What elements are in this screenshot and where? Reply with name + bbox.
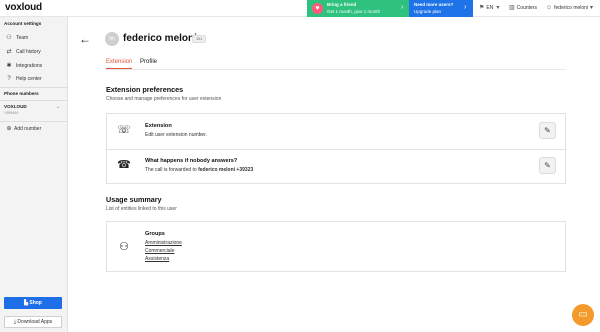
phone-account-name[interactable]: VOXLOUD	[4, 104, 27, 109]
add-number-button[interactable]: ⊕ Add number	[5, 125, 41, 132]
phone-numbers-heading: Phone numbers	[4, 91, 39, 96]
top-bar: voxloud ♥ Bring a friend Get 1 month, gi…	[0, 0, 600, 17]
tab-extension[interactable]: Extension	[106, 59, 133, 69]
add-number-label: Add number	[14, 126, 42, 132]
divider	[0, 87, 68, 88]
chat-bubble-icon: ▭	[578, 309, 588, 320]
pencil-icon: ✎	[544, 126, 551, 135]
divider	[107, 149, 565, 150]
tab-profile[interactable]: Profile	[140, 59, 157, 65]
upgrade-plan-banner[interactable]: Need more users? Upgrade plan ›	[409, 0, 473, 17]
chevron-down-icon[interactable]: ⌄	[56, 104, 60, 110]
download-label: Download Apps	[17, 319, 53, 325]
call-history-icon: ⇄	[6, 49, 12, 55]
language-label: EN	[486, 5, 494, 11]
counters-button[interactable]: ▥ Counters	[509, 4, 537, 11]
extension-preferences-card: ☏ Extension Edit user extension number. …	[106, 113, 566, 184]
extension-preferences-subtitle: Choose and manage preferences for user e…	[106, 96, 222, 102]
team-icon: ⚇	[6, 35, 12, 41]
shop-button[interactable]: ▙ Shop	[4, 297, 62, 309]
edit-no-answer-button[interactable]: ✎	[539, 157, 556, 174]
extension-row-title: Extension	[145, 123, 172, 129]
heart-icon: ♥	[312, 3, 323, 14]
tabs-divider	[105, 69, 566, 70]
shop-label: Shop	[29, 300, 42, 306]
groups-icon: ⚇	[119, 241, 129, 253]
sidebar-item-integrations[interactable]: ✱ Integrations	[5, 62, 42, 69]
upgrade-title: Need more users?	[414, 2, 454, 7]
pencil-icon: ✎	[544, 161, 551, 170]
usage-summary-subtitle: List of entities linked to this user	[106, 206, 177, 212]
page-title: federico meloni	[123, 33, 197, 44]
chevron-right-icon: ›	[464, 4, 467, 11]
sidebar-item-call-history[interactable]: ⇄ Call history	[5, 48, 41, 55]
language-icon: ⚑	[479, 5, 485, 11]
user-menu-label: federico meloni	[554, 5, 589, 11]
forward-target: federico meloni +39323	[198, 167, 254, 173]
account-settings-heading: Account settings	[4, 21, 42, 26]
group-link[interactable]: Amministrazione	[145, 240, 182, 246]
sidebar-item-help-center[interactable]: ? Help center	[5, 76, 42, 82]
sidebar-item-label: Integrations	[16, 63, 43, 69]
back-arrow-icon[interactable]: ←	[79, 33, 91, 45]
group-link[interactable]: Commerciale	[145, 248, 174, 254]
group-link[interactable]: Assistenza	[145, 256, 169, 262]
bring-friend-banner[interactable]: ♥ Bring a friend Get 1 month, give 1 mon…	[307, 0, 409, 17]
bring-friend-title: Bring a friend	[327, 2, 357, 7]
chat-support-button[interactable]: ▭	[572, 304, 594, 326]
upgrade-subtitle: Upgrade plan	[414, 9, 442, 14]
divider	[0, 121, 68, 122]
sidebar-item-label: Team	[16, 35, 29, 41]
no-answer-row-title: What happens if nobody answers?	[145, 158, 238, 164]
user-menu[interactable]: ☺ federico meloni ▾	[546, 4, 595, 11]
extension-preferences-title: Extension preferences	[106, 85, 184, 94]
usage-summary-title: Usage summary	[106, 195, 162, 204]
add-circle-icon: ⊕	[6, 126, 12, 132]
chevron-right-icon: ›	[401, 4, 404, 11]
forward-prefix: The call is forwarded to	[145, 167, 197, 173]
extension-badge: 101	[192, 35, 207, 43]
sidebar-item-label: Help center	[16, 76, 42, 82]
chevron-down-icon: ▾	[496, 5, 500, 11]
extension-row-subtitle: Edit user extension number.	[145, 132, 207, 138]
bar-chart-icon: ▥	[509, 5, 515, 11]
no-answer-row-subtitle: The call is forwarded to federico meloni…	[145, 167, 253, 173]
bring-friend-subtitle: Get 1 month, give 1 month	[327, 9, 381, 14]
counters-label: Counters	[516, 5, 537, 11]
language-selector[interactable]: ⚑ EN ▾	[479, 4, 501, 11]
missed-call-icon: ☎	[117, 159, 131, 171]
sidebar: Account settings ⚇ Team ⇄ Call history ✱ In…	[0, 17, 68, 332]
sidebar-item-team[interactable]: ⚇ Team	[5, 34, 28, 41]
avatar: fm	[105, 32, 119, 46]
sidebar-item-label: Call history	[16, 49, 41, 55]
edit-extension-button[interactable]: ✎	[539, 122, 556, 139]
groups-title: Groups	[145, 231, 165, 237]
app-logo[interactable]: voxloud	[5, 2, 42, 13]
help-icon: ?	[7, 76, 11, 82]
groups-card: ⚇ Groups Amministrazione Commerciale Ass…	[106, 221, 566, 272]
chevron-down-icon: ▾	[590, 5, 594, 11]
user-icon: ☺	[546, 5, 553, 11]
download-apps-button[interactable]: ⤓ Download Apps	[4, 316, 62, 328]
phone-extension-icon: ☏	[117, 124, 131, 136]
phone-account-number: +399444	[4, 111, 19, 115]
divider	[0, 100, 68, 101]
integrations-icon: ✱	[6, 63, 12, 69]
